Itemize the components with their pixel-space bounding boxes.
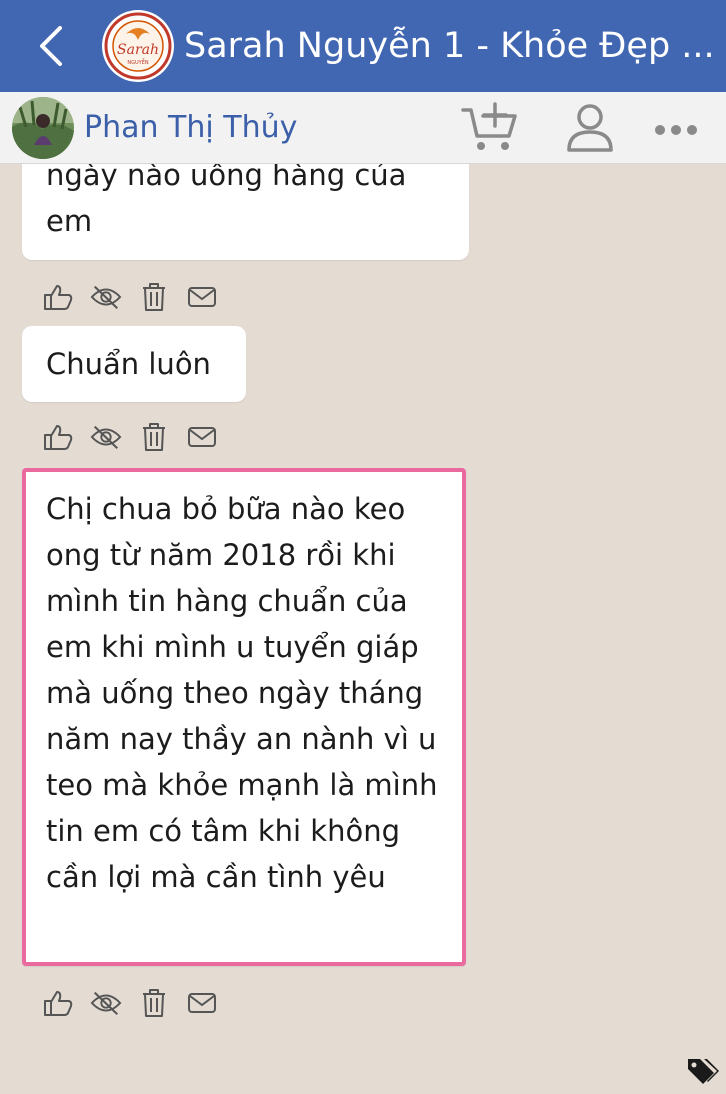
user-avatar[interactable] <box>12 96 74 159</box>
thumbs-up-icon <box>44 285 73 310</box>
delete-button[interactable] <box>138 282 170 312</box>
top-header: Sarah NGUYỄN Sarah Nguyễn 1 - Khỏe Đẹp .… <box>0 0 726 92</box>
message-bubble[interactable]: ngày nào uống hàng của em <box>22 164 469 260</box>
hide-button[interactable] <box>90 422 122 452</box>
hide-button[interactable] <box>90 282 122 312</box>
like-button[interactable] <box>42 282 74 312</box>
hide-button[interactable] <box>90 988 122 1018</box>
message-actions <box>42 422 234 452</box>
chevron-left-icon <box>40 26 62 66</box>
message-button[interactable] <box>186 282 218 312</box>
like-button[interactable] <box>42 988 74 1018</box>
tags-icon <box>688 1059 719 1084</box>
message-actions <box>42 988 234 1018</box>
thumbs-up-icon <box>44 991 73 1016</box>
chat-area[interactable]: ngày nào uống hàng của em Chuẩn luôn Chị… <box>0 164 726 1094</box>
message-bubble[interactable]: Chuẩn luôn <box>22 326 246 402</box>
message-button[interactable] <box>186 422 218 452</box>
message-text: Chị chua bỏ bữa nào keo ong từ năm 2018 … <box>46 492 438 894</box>
more-dots-icon <box>655 125 697 135</box>
eye-slash-icon <box>90 425 122 450</box>
envelope-icon <box>188 427 216 447</box>
envelope-icon <box>188 993 216 1013</box>
person-icon <box>567 104 613 152</box>
avatar-photo <box>12 96 74 159</box>
logo-icon: Sarah NGUYỄN <box>104 12 172 80</box>
like-button[interactable] <box>42 422 74 452</box>
trash-icon <box>143 989 165 1017</box>
message-actions <box>42 282 234 312</box>
trash-icon <box>143 423 165 451</box>
message-text: ngày nào uống hàng của em <box>46 164 407 238</box>
page-avatar[interactable]: Sarah NGUYỄN <box>102 10 174 82</box>
delete-button[interactable] <box>138 988 170 1018</box>
add-to-cart-button[interactable] <box>460 102 522 154</box>
message-text: Chuẩn luôn <box>46 347 211 381</box>
trash-icon <box>143 283 165 311</box>
user-name[interactable]: Phan Thị Thủy <box>84 110 444 145</box>
envelope-icon <box>188 287 216 307</box>
logo-subtext: NGUYỄN <box>127 58 148 66</box>
tags-button[interactable] <box>686 1056 720 1090</box>
more-options-button[interactable] <box>650 112 702 144</box>
highlighted-message-bubble[interactable]: Chị chua bỏ bữa nào keo ong từ năm 2018 … <box>22 468 466 966</box>
logo-text: Sarah <box>117 42 159 58</box>
page-title[interactable]: Sarah Nguyễn 1 - Khỏe Đẹp ... <box>184 26 724 66</box>
back-button[interactable] <box>28 16 74 76</box>
eye-slash-icon <box>90 285 122 310</box>
conversation-header: Phan Thị Thủy <box>0 92 726 164</box>
eye-slash-icon <box>90 991 122 1016</box>
thumbs-up-icon <box>44 425 73 450</box>
message-button[interactable] <box>186 988 218 1018</box>
delete-button[interactable] <box>138 422 170 452</box>
cart-plus-icon <box>461 102 517 150</box>
profile-button[interactable] <box>564 102 616 154</box>
